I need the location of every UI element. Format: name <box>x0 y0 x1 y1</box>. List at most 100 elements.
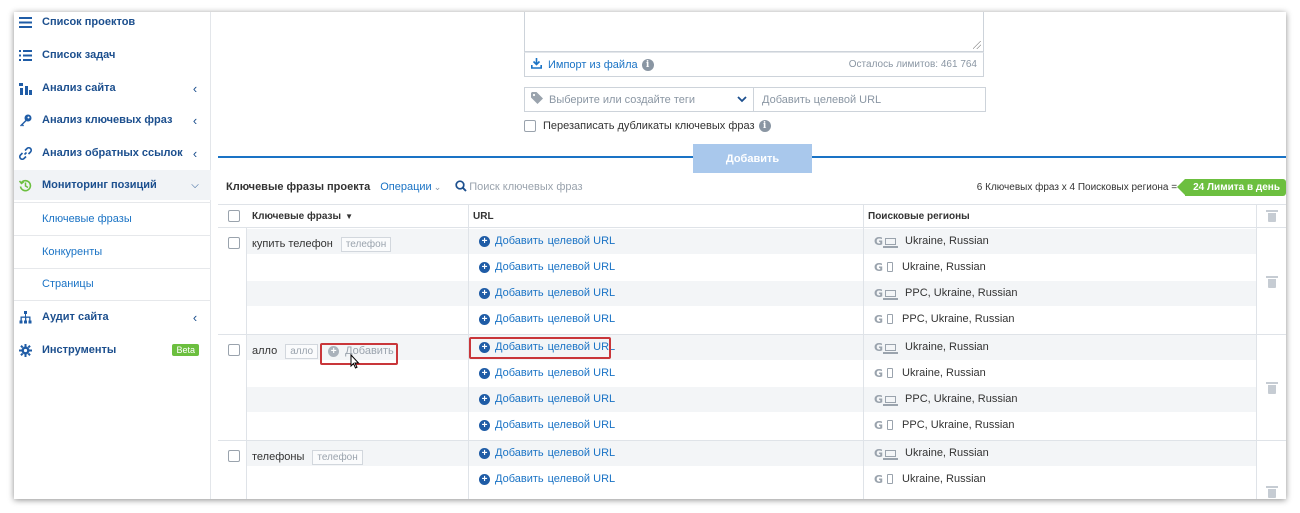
add-target-url-link[interactable]: + Добавить целевой URL <box>473 334 863 360</box>
chevron-left-icon: ‹ <box>192 112 198 128</box>
keyword-tag[interactable]: алло <box>285 343 319 359</box>
mobile-icon <box>887 262 894 272</box>
url-action-word: целевой URL <box>547 447 616 459</box>
info-icon[interactable]: i <box>641 58 654 71</box>
trash-icon[interactable] <box>1266 210 1278 222</box>
keyword-phrase: купить телефон <box>252 238 333 250</box>
url-action-word: целевой URL <box>547 473 616 485</box>
operations-dropdown[interactable]: Операции ⌄ <box>380 181 441 193</box>
url-action-word: Добавить <box>495 261 544 273</box>
download-icon <box>531 57 542 72</box>
sidebar-subitem-keywords[interactable]: Ключевые фразы <box>14 204 211 234</box>
add-target-url-link[interactable]: + Добавить целевой URL <box>473 466 863 492</box>
divider <box>14 235 211 236</box>
tags-select[interactable]: Выберите или создайте теги <box>524 87 754 112</box>
target-url-input[interactable] <box>754 87 986 112</box>
add-tag-button[interactable]: + Добавить <box>324 344 406 358</box>
google-icon: G <box>874 472 884 486</box>
url-action-word: Добавить <box>495 235 544 247</box>
add-target-url-link[interactable]: + Добавить целевой URL <box>473 280 863 306</box>
sidebar-subitem-pages[interactable]: Страницы <box>14 269 211 299</box>
url-action-word: целевой URL <box>547 261 616 273</box>
import-bar: Импорт из файла i Осталось лимитов: 461 … <box>524 52 984 77</box>
beta-badge: Beta <box>172 344 199 356</box>
desktop-icon <box>883 289 899 300</box>
add-target-url-link[interactable]: + Добавить целевой URL <box>473 360 863 386</box>
google-icon: G <box>874 446 884 460</box>
overwrite-checkbox[interactable] <box>524 120 536 132</box>
sidebar-item-tools[interactable]: Инструменты Beta <box>14 335 211 365</box>
region-cell: G Ukraine, Russian <box>868 228 1258 254</box>
sidebar-item-position-monitoring[interactable]: Мониторинг позиций ⌵ <box>14 170 211 200</box>
url-action-word: Добавить <box>495 313 544 325</box>
desktop-icon <box>883 449 899 460</box>
add-target-url-link[interactable]: + Добавить целевой URL <box>473 228 863 254</box>
region-cell: G Ukraine, Russian <box>868 360 1258 386</box>
sidebar-item-site-audit[interactable]: Аудит сайта ‹ <box>14 302 211 332</box>
google-icon: G <box>874 392 884 406</box>
plus-circle-icon: + <box>479 367 490 379</box>
url-action-word: целевой URL <box>547 367 616 379</box>
import-from-file-link[interactable]: Импорт из файла <box>531 57 638 72</box>
column-header-label: Ключевые фразы <box>252 210 342 222</box>
row-checkbox[interactable] <box>228 450 240 462</box>
google-icon: G <box>874 260 884 274</box>
url-action-word: целевой URL <box>547 341 616 353</box>
row-checkbox[interactable] <box>228 344 240 356</box>
trash-icon[interactable] <box>1266 486 1278 498</box>
keywords-textarea[interactable] <box>524 12 984 52</box>
tag-url-row: Выберите или создайте теги <box>524 87 986 112</box>
keywords-column-header[interactable]: Ключевые фразы ▼ <box>252 204 353 228</box>
key-icon <box>18 113 32 127</box>
add-target-url-link[interactable]: + Добавить целевой URL <box>473 306 863 332</box>
url-action-word: Добавить <box>495 393 544 405</box>
chevron-down-icon: ⌄ <box>433 182 442 192</box>
divider <box>14 300 211 301</box>
sidebar-subitem-competitors[interactable]: Конкуренты <box>14 237 211 267</box>
resize-handle-icon[interactable] <box>973 41 981 49</box>
list-icon <box>18 15 32 29</box>
audit-icon <box>18 310 32 324</box>
trash-icon[interactable] <box>1266 382 1278 394</box>
tag-icon <box>531 92 543 107</box>
sidebar-item-keyword-analysis[interactable]: Анализ ключевых фраз ‹ <box>14 105 211 135</box>
chevron-left-icon: ‹ <box>192 80 198 96</box>
region-cell: G PPC, Ukraine, Russian <box>868 412 1258 438</box>
mobile-icon <box>887 314 894 324</box>
add-button[interactable]: Добавить <box>693 144 812 173</box>
sidebar-item-label: Инструменты <box>42 344 117 356</box>
add-target-url-link[interactable]: + Добавить целевой URL <box>473 412 863 438</box>
sidebar-item-tasks[interactable]: Список задач <box>14 40 211 70</box>
keyword-tag[interactable]: телефон <box>340 236 392 252</box>
search-icon <box>455 179 467 195</box>
region-text: Ukraine, Russian <box>905 341 989 353</box>
operations-label: Операции <box>380 181 432 193</box>
keyword-search <box>455 179 620 195</box>
url-action-word: Добавить <box>495 447 544 459</box>
info-icon[interactable]: i <box>758 120 771 132</box>
select-all-checkbox[interactable] <box>228 210 240 222</box>
mobile-icon <box>887 474 894 484</box>
chevron-down-icon: ⌵ <box>191 179 199 191</box>
trash-icon[interactable] <box>1266 276 1278 288</box>
add-target-url-link[interactable]: + Добавить целевой URL <box>473 386 863 412</box>
row-checkbox[interactable] <box>228 237 240 249</box>
sidebar-item-label: Список задач <box>42 49 116 61</box>
tags-placeholder: Выберите или создайте теги <box>549 93 696 106</box>
mobile-icon <box>887 420 894 430</box>
region-cell: G Ukraine, Russian <box>868 466 1258 492</box>
keyword-tag[interactable]: телефон <box>312 449 363 465</box>
add-target-url-link[interactable]: + Добавить целевой URL <box>473 254 863 280</box>
sidebar-item-site-analysis[interactable]: Анализ сайта ‹ <box>14 73 211 103</box>
url-action-word: Добавить <box>495 341 544 353</box>
add-target-url-link[interactable]: + Добавить целевой URL <box>473 440 863 466</box>
monitoring-icon <box>18 178 32 192</box>
search-input[interactable] <box>469 181 620 193</box>
sidebar-item-label: Анализ ключевых фраз <box>42 114 173 126</box>
plus-circle-icon: + <box>479 341 490 353</box>
sidebar-item-projects[interactable]: Список проектов <box>14 12 211 37</box>
keyword-cell: алло алло + Добавить <box>252 338 406 364</box>
region-cell: G PPC, Ukraine, Russian <box>868 280 1258 306</box>
sidebar-item-backlinks[interactable]: Анализ обратных ссылок ‹ <box>14 138 211 168</box>
keywords-table: Ключевые фразы ▼ URL Поисковые регионы к… <box>218 204 1286 499</box>
